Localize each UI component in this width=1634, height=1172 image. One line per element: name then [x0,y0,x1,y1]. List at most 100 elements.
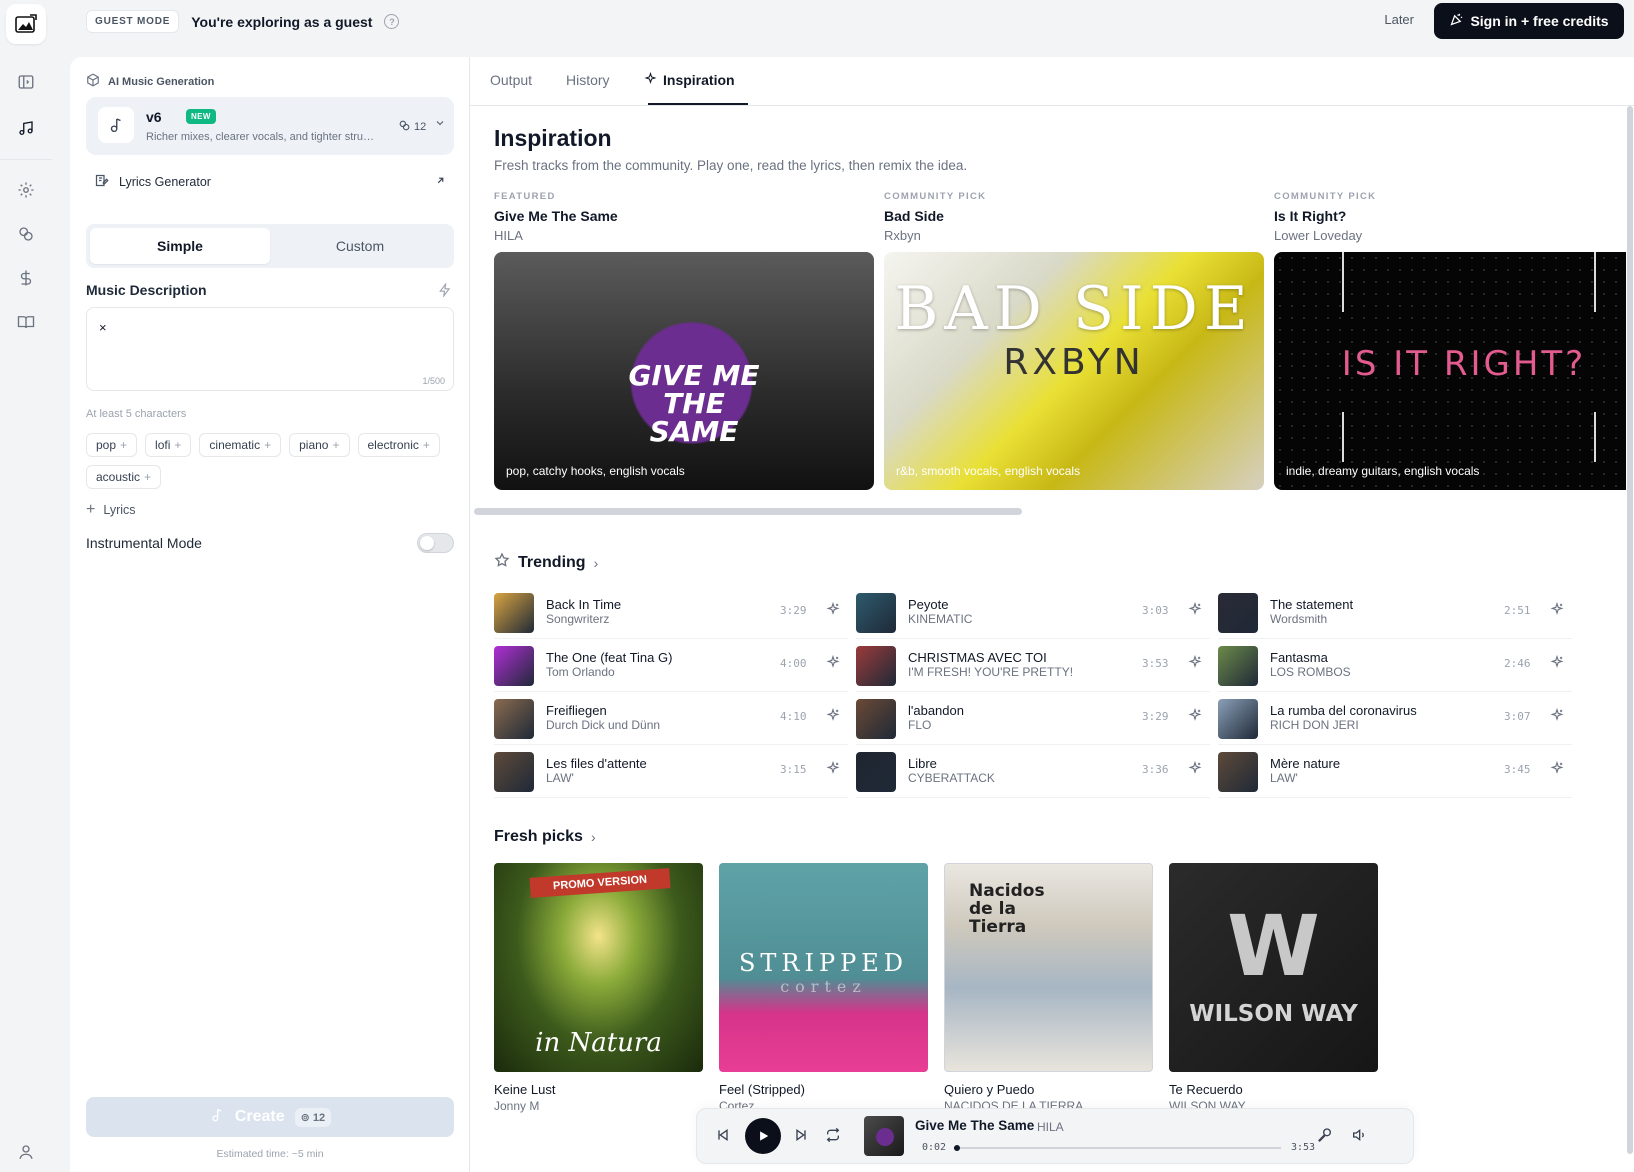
play-button[interactable] [745,1118,781,1154]
remix-sparkle-icon[interactable] [1550,707,1564,725]
later-button[interactable]: Later [1384,12,1414,27]
featured-artwork[interactable]: IS IT RIGHT? indie, dreamy guitars, engl… [1274,252,1634,490]
lightning-icon[interactable] [438,282,452,300]
create-button[interactable]: Create ⊚ 12 [86,1097,454,1137]
next-track-icon[interactable] [793,1127,809,1143]
fresh-pick-artwork[interactable]: Nacidos de la Tierra [944,863,1153,1072]
remix-sparkle-icon[interactable] [826,601,840,619]
tab-inspiration[interactable]: Inspiration [644,71,735,88]
model-selector[interactable]: v6 NEW Richer mixes, clearer vocals, and… [86,97,454,155]
fresh-pick-card[interactable]: W WILSON WAY Te Recuerdo WILSON WAY [1169,863,1378,1113]
featured-title: Bad Side [884,208,944,224]
instrumental-mode-toggle[interactable] [417,533,454,553]
track-artwork[interactable] [494,593,534,633]
microphone-icon[interactable] [1317,1127,1333,1143]
track-artwork[interactable] [856,593,896,633]
remix-sparkle-icon[interactable] [1550,601,1564,619]
tag-electronic[interactable]: electronic + [357,433,440,457]
help-icon[interactable]: ? [384,14,400,29]
repeat-icon[interactable] [825,1127,841,1143]
trending-track-row[interactable]: Freifliegen Durch Dick und Dünn 4:10 [494,692,848,745]
track-artist: Durch Dick und Dünn [546,718,661,732]
trending-track-row[interactable]: Les files d'attente LAW' 3:15 [494,745,848,798]
fresh-pick-card[interactable]: STRIPPED cortez Feel (Stripped) Cortez [719,863,928,1113]
mode-simple-tab[interactable]: Simple [90,228,270,264]
chevron-down-icon[interactable] [434,117,446,132]
track-artwork[interactable] [1218,752,1258,792]
trending-track-row[interactable]: The statement Wordsmith 2:51 [1218,586,1572,639]
progress-knob[interactable] [953,1145,960,1151]
music-note-icon[interactable] [14,116,38,140]
sidebar-toggle-icon[interactable] [14,70,38,94]
remix-sparkle-icon[interactable] [826,760,840,778]
track-artwork[interactable] [494,699,534,739]
track-duration: 3:45 [1504,763,1531,776]
featured-artwork[interactable]: GIVE ME THE SAME pop, catchy hooks, engl… [494,252,874,490]
track-artwork[interactable] [1218,593,1258,633]
tag-piano[interactable]: piano + [289,433,350,457]
fresh-pick-artwork[interactable]: W WILSON WAY [1169,863,1378,1072]
book-icon[interactable] [14,310,38,334]
trending-track-row[interactable]: Mère nature LAW' 3:45 [1218,745,1572,798]
previous-track-icon[interactable] [715,1127,731,1143]
music-description-input[interactable]: × 1/500 [86,307,454,391]
app-logo-icon[interactable] [6,4,46,44]
tag-lofi[interactable]: lofi + [145,433,192,457]
trending-track-row[interactable]: Fantasma LOS ROMBOS 2:46 [1218,639,1572,692]
track-artwork[interactable] [494,646,534,686]
track-artwork[interactable] [494,752,534,792]
remix-sparkle-icon[interactable] [1550,760,1564,778]
mode-custom-tab[interactable]: Custom [270,228,450,264]
gear-icon[interactable] [14,178,38,202]
remix-sparkle-icon[interactable] [1188,760,1202,778]
trending-column: Peyote KINEMATIC 3:03 CHRISTMAS AVEC TOI I'M… [856,586,1210,798]
lyrics-generator-link[interactable]: Lyrics Generator [86,165,454,199]
featured-card[interactable]: FEATURED Give Me The Same HILA GIVE ME T… [494,191,874,490]
fresh-picks-header[interactable]: Fresh picks › [494,828,596,846]
fresh-pick-card[interactable]: PROMO VERSION in Natura Keine Lust Jonny… [494,863,703,1113]
trending-track-row[interactable]: l'abandon FLO 3:29 [856,692,1210,745]
add-lyrics-button[interactable]: + Lyrics [86,501,136,519]
tag-cinematic[interactable]: cinematic + [199,433,282,457]
tag-acoustic[interactable]: acoustic + [86,465,162,489]
remix-sparkle-icon[interactable] [826,707,840,725]
volume-icon[interactable] [1351,1127,1367,1143]
music-note-icon [209,1106,225,1129]
remix-sparkle-icon[interactable] [1188,601,1202,619]
coins-icon[interactable] [14,222,38,246]
track-artwork[interactable] [1218,646,1258,686]
trending-track-row[interactable]: Peyote KINEMATIC 3:03 [856,586,1210,639]
trending-header[interactable]: Trending › [494,552,598,573]
user-icon[interactable] [14,1140,38,1164]
dollar-icon[interactable] [14,266,38,290]
description-hint: At least 5 characters [86,408,187,420]
track-artwork[interactable] [856,646,896,686]
trending-track-row[interactable]: CHRISTMAS AVEC TOI I'M FRESH! YOU'RE PRET… [856,639,1210,692]
featured-artwork[interactable]: BAD SIDE RXBYN r&b, smooth vocals, engli… [884,252,1264,490]
trending-track-row[interactable]: Libre CYBERATTACK 3:36 [856,745,1210,798]
remix-sparkle-icon[interactable] [1188,707,1202,725]
fresh-pick-artwork[interactable]: PROMO VERSION in Natura [494,863,703,1072]
create-label: Create [234,1108,285,1125]
sign-in-button[interactable]: Sign in + free credits [1434,3,1624,39]
track-artist: Wordsmith [1270,612,1328,626]
fresh-pick-card[interactable]: Nacidos de la Tierra Quiero y Puedo NACI… [944,863,1153,1113]
tab-history[interactable]: History [566,72,610,88]
vertical-scrollbar[interactable] [1626,106,1634,1172]
progress-bar[interactable] [953,1145,1281,1151]
tag-pop[interactable]: pop + [86,433,138,457]
remix-sparkle-icon[interactable] [1550,654,1564,672]
trending-track-row[interactable]: The One (feat Tina G) Tom Orlando 4:00 [494,639,848,692]
track-artwork[interactable] [1218,699,1258,739]
trending-track-row[interactable]: Back In Time Songwriterz 3:29 [494,586,848,639]
fresh-pick-artwork[interactable]: STRIPPED cortez [719,863,928,1072]
horizontal-scrollbar[interactable] [474,508,1022,515]
track-artwork[interactable] [856,699,896,739]
remix-sparkle-icon[interactable] [826,654,840,672]
featured-card[interactable]: COMMUNITY PICK Bad Side Rxbyn BAD SIDE R… [884,191,1264,490]
tab-output[interactable]: Output [490,72,532,88]
track-artwork[interactable] [856,752,896,792]
trending-track-row[interactable]: La rumba del coronavirus RICH DON JERI 3:0… [1218,692,1572,745]
featured-card[interactable]: COMMUNITY PICK Is It Right? Lower Loveda… [1274,191,1634,490]
remix-sparkle-icon[interactable] [1188,654,1202,672]
